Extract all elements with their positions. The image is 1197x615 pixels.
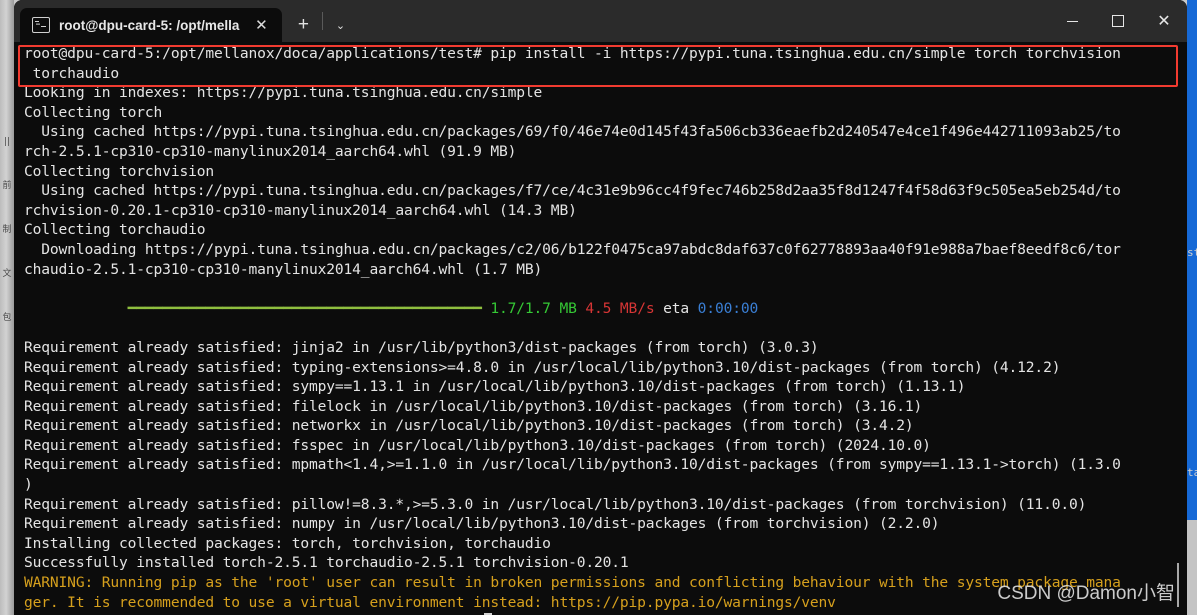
progress-eta-label: eta <box>663 299 690 317</box>
progress-size: 1.7/1.7 MB <box>490 299 577 317</box>
output-line: Using cached https://pypi.tuna.tsinghua.… <box>24 123 1121 141</box>
output-line: Collecting torchaudio <box>24 221 206 239</box>
command-line-1: root@dpu-card-5:/opt/mellanox/doca/appli… <box>24 45 1121 62</box>
minimize-button[interactable] <box>1049 0 1095 42</box>
background-window-right-edge <box>1187 0 1197 520</box>
output-line: rchvision-0.20.1-cp310-cp310-manylinux20… <box>24 201 577 219</box>
progress-line: ━━━━━━━━━━━━━━━━━━━━━━━━━━━━━━━━━━━━━━━━… <box>24 279 1187 338</box>
terminal-window: root@dpu-card-5: /opt/mella ✕ + ⌄ ✕ root… <box>14 0 1187 615</box>
progress-bar: ━━━━━━━━━━━━━━━━━━━━━━━━━━━━━━━━━━━━━━━━… <box>93 299 491 317</box>
requirement-line: Requirement already satisfied: pillow!=8… <box>24 495 1087 513</box>
installing-line: Installing collected packages: torch, to… <box>24 534 551 552</box>
output-lines: Looking in indexes: https://pypi.tuna.ts… <box>24 83 1187 279</box>
chevron-down-icon[interactable]: ⌄ <box>325 8 355 42</box>
requirement-line: ) <box>24 476 33 494</box>
output-line: Collecting torch <box>24 103 163 121</box>
background-window-right-text-1: st <box>1187 246 1197 259</box>
window-controls: ✕ <box>1049 0 1187 42</box>
new-tab-icon[interactable]: + <box>286 8 320 42</box>
requirement-line: Requirement already satisfied: networkx … <box>24 417 914 435</box>
command-line-2: torchaudio <box>24 64 120 82</box>
terminal-tab[interactable]: root@dpu-card-5: /opt/mella ✕ <box>20 8 283 42</box>
output-line: chaudio-2.5.1-cp310-cp310-manylinux2014_… <box>24 260 543 278</box>
screenshot-root: || 前 制 文 包 st ta root@dpu-card-5: /opt/m… <box>0 0 1197 615</box>
window-titlebar: root@dpu-card-5: /opt/mella ✕ + ⌄ ✕ <box>14 0 1187 42</box>
success-line: Successfully installed torch-2.5.1 torch… <box>24 554 629 572</box>
background-window-right-text-2: ta <box>1187 466 1197 479</box>
progress-eta-value: 0:00:00 <box>697 299 759 317</box>
requirement-line: Requirement already satisfied: mpmath<1.… <box>24 456 1121 474</box>
requirement-line: Requirement already satisfied: sympy==1.… <box>24 378 966 396</box>
output-line: rch-2.5.1-cp310-cp310-manylinux2014_aarc… <box>24 142 517 160</box>
requirement-line: Requirement already satisfied: filelock … <box>24 397 923 415</box>
requirement-line: Requirement already satisfied: jinja2 in… <box>24 338 819 356</box>
close-window-button[interactable]: ✕ <box>1141 0 1187 42</box>
progress-space-2 <box>654 300 663 317</box>
requirement-line: Requirement already satisfied: numpy in … <box>24 515 940 533</box>
terminal-icon <box>32 17 50 33</box>
background-window-left-glyphs: || 前 制 文 包 <box>2 137 12 323</box>
requirement-line: Requirement already satisfied: fsspec in… <box>24 436 931 454</box>
tab-title: root@dpu-card-5: /opt/mella <box>59 17 240 33</box>
requirement-lines: Requirement already satisfied: jinja2 in… <box>24 338 1187 534</box>
progress-speed: 4.5 MB/s <box>585 299 655 317</box>
progress-space-3 <box>689 300 698 317</box>
watermark: CSDN @Damon小智 <box>997 583 1175 604</box>
close-tab-icon[interactable]: ✕ <box>248 12 274 38</box>
terminal-body[interactable]: root@dpu-card-5:/opt/mellanox/doca/appli… <box>14 42 1187 615</box>
output-line: Looking in indexes: https://pypi.tuna.ts… <box>24 84 543 102</box>
output-line: Collecting torchvision <box>24 162 214 180</box>
maximize-button[interactable] <box>1095 0 1141 42</box>
output-line: Using cached https://pypi.tuna.tsinghua.… <box>24 182 1121 200</box>
tab-separator <box>322 12 324 30</box>
background-window-right-lower <box>1187 520 1197 615</box>
requirement-line: Requirement already satisfied: typing-ex… <box>24 358 1061 376</box>
output-line: Downloading https://pypi.tuna.tsinghua.e… <box>24 240 1121 258</box>
watermark-bar <box>1177 563 1179 607</box>
